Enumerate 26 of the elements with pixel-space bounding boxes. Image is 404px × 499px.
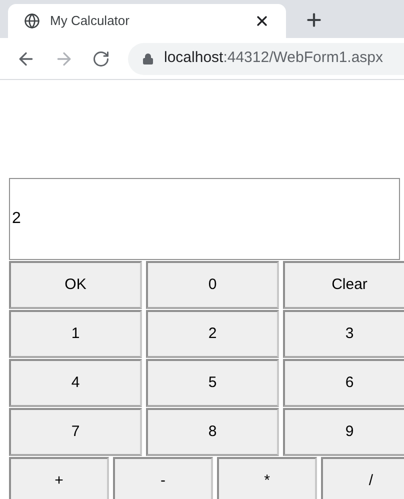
calculator-button[interactable]: 8 xyxy=(146,408,279,456)
close-icon[interactable] xyxy=(254,13,270,29)
browser-tab[interactable]: My Calculator xyxy=(8,4,286,38)
calculator-button[interactable]: 6 xyxy=(283,359,404,407)
calculator-button[interactable]: OK xyxy=(9,261,142,309)
display-field[interactable]: 2 xyxy=(9,178,400,260)
address-field[interactable]: localhost:44312/WebForm1.aspx xyxy=(128,42,404,74)
calculator-button[interactable]: 5 xyxy=(146,359,279,407)
new-tab-icon[interactable] xyxy=(304,10,324,30)
calculator-button[interactable]: Clear xyxy=(283,261,404,309)
calculator-button[interactable]: 9 xyxy=(283,408,404,456)
calculator-button[interactable]: 4 xyxy=(9,359,142,407)
reload-icon[interactable] xyxy=(92,50,110,68)
globe-icon xyxy=(24,13,40,29)
calculator-button[interactable]: 7 xyxy=(9,408,142,456)
calculator-button[interactable]: 1 xyxy=(9,310,142,358)
tab-title: My Calculator xyxy=(50,12,130,30)
calculator-button[interactable]: 0 xyxy=(146,261,279,309)
calculator-button[interactable]: 2 xyxy=(146,310,279,358)
lock-icon xyxy=(142,52,154,64)
calculator-button[interactable]: + xyxy=(9,457,109,499)
calculator-button[interactable]: - xyxy=(113,457,213,499)
calculator-button[interactable]: * xyxy=(217,457,317,499)
url-text: localhost:44312/WebForm1.aspx xyxy=(164,48,384,68)
calculator-button[interactable]: / xyxy=(321,457,404,499)
calculator-button[interactable]: 3 xyxy=(283,310,404,358)
